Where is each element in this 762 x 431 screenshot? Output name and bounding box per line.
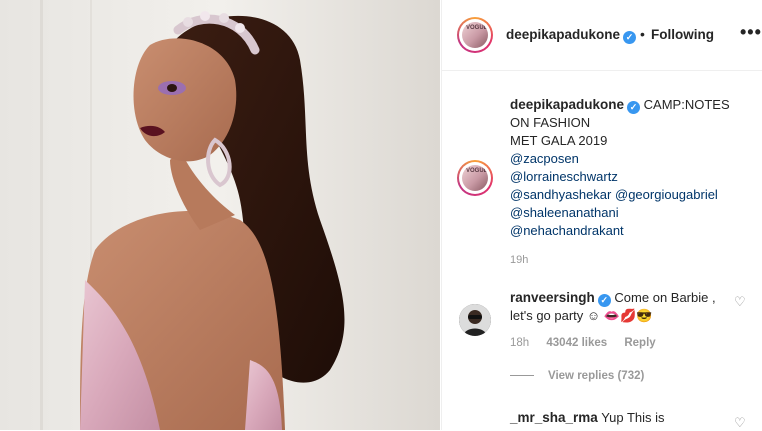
comment: _mr_sha_rma Yup This is bbox=[510, 410, 665, 425]
avatar-logo-text: VOGUE bbox=[466, 25, 488, 31]
verified-icon: ✓ bbox=[623, 31, 637, 44]
mention-link[interactable]: @zacposen bbox=[510, 150, 750, 168]
comment-meta: 18h 43042 likes Reply bbox=[510, 337, 670, 349]
comment-username-text[interactable]: ranveersingh bbox=[510, 290, 595, 305]
comment-time[interactable]: 18h bbox=[510, 337, 529, 349]
caption-avatar[interactable]: VOGUE bbox=[457, 160, 493, 196]
mention-link[interactable]: @lorraineschwartz bbox=[510, 168, 750, 186]
post-side-panel: VOGUE deepikapadukone ✓ • Following ••• V… bbox=[441, 0, 762, 430]
comment-likes[interactable]: 43042 likes bbox=[546, 337, 607, 349]
like-comment-heart-icon[interactable]: ♡ bbox=[734, 294, 748, 309]
post-header: VOGUE deepikapadukone ✓ • Following ••• bbox=[442, 0, 762, 71]
caption-line-2: ON FASHION bbox=[510, 115, 591, 130]
commenter-avatar-image bbox=[459, 304, 491, 336]
post-caption: deepikapadukone ✓ CAMP:NOTES ON FASHION M… bbox=[510, 96, 750, 240]
comment: ranveersingh ✓ Come on Barbie , let's go … bbox=[510, 289, 740, 325]
mention-link[interactable]: @georgiougabriel bbox=[615, 187, 718, 202]
comment-username[interactable]: ranveersingh ✓ bbox=[510, 290, 611, 307]
replies-divider-line bbox=[510, 375, 534, 377]
caption-verified-icon: ✓ bbox=[627, 101, 641, 114]
portrait-image bbox=[0, 0, 440, 430]
following-button[interactable]: Following bbox=[651, 27, 714, 42]
mention-link[interactable]: @sandhyashekar bbox=[510, 187, 611, 202]
comment-text: Yup This is bbox=[601, 410, 665, 425]
caption-avatar-logo-text: VOGUE bbox=[466, 168, 488, 174]
caption-username-text[interactable]: deepikapadukone bbox=[510, 97, 624, 112]
separator-dot: • bbox=[640, 26, 645, 42]
caption-line-1: CAMP:NOTES bbox=[643, 97, 730, 112]
view-replies-label[interactable]: View replies (732) bbox=[548, 370, 644, 382]
comment-username[interactable]: _mr_sha_rma bbox=[510, 410, 598, 425]
author-username[interactable]: deepikapadukone ✓ bbox=[506, 27, 637, 44]
mention-link[interactable]: @nehachandrakant bbox=[510, 222, 750, 240]
caption-username[interactable]: deepikapadukone ✓ bbox=[510, 97, 641, 114]
view-replies-button[interactable]: View replies (732) bbox=[510, 370, 644, 382]
reply-button[interactable]: Reply bbox=[624, 337, 655, 349]
caption-time[interactable]: 19h bbox=[510, 254, 528, 266]
mention-link[interactable]: @shaleenanathani bbox=[510, 204, 750, 222]
more-options-icon[interactable]: ••• bbox=[740, 22, 762, 43]
commenter-avatar[interactable] bbox=[459, 304, 491, 336]
post-photo[interactable] bbox=[0, 0, 440, 430]
comment-verified-icon: ✓ bbox=[597, 294, 611, 307]
like-comment-heart-icon[interactable]: ♡ bbox=[734, 415, 748, 430]
author-avatar[interactable]: VOGUE bbox=[457, 17, 493, 53]
author-username-text[interactable]: deepikapadukone bbox=[506, 27, 620, 42]
caption-line-3: MET GALA 2019 bbox=[510, 133, 608, 148]
